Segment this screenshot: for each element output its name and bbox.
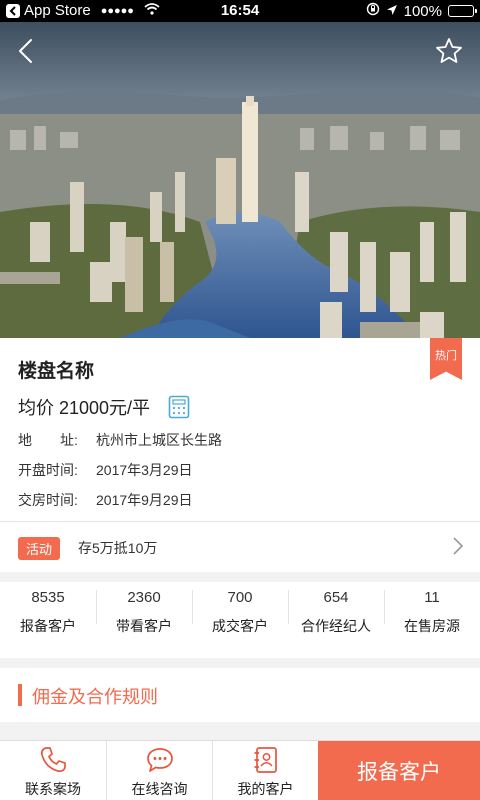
property-name: 楼盘名称 <box>18 361 95 382</box>
orientation-lock-icon <box>366 2 380 20</box>
open-date-label: 开盘时间: <box>18 462 78 478</box>
delivery-date-row: 交房时间: 2017年9月29日 <box>18 490 193 510</box>
my-clients-button[interactable]: 我的客户 <box>212 741 318 800</box>
back-icon[interactable] <box>12 36 42 66</box>
battery-icon <box>448 5 477 17</box>
online-consult-label: 在线咨询 <box>131 781 188 797</box>
city-rendering-image <box>0 22 480 338</box>
section-gap <box>0 722 480 740</box>
contact-site-button[interactable]: 联系案场 <box>0 741 106 800</box>
stat-value: 700 <box>227 589 253 606</box>
stat-value: 2360 <box>127 589 161 606</box>
calculator-icon[interactable] <box>168 395 190 419</box>
contact-site-label: 联系案场 <box>25 781 81 797</box>
property-info: 楼盘名称 热门 均价 21000元/平 地 址: 杭州市上城区长生路 开盘时间:… <box>0 338 480 522</box>
stat-item[interactable]: 654 合作经纪人 <box>288 582 384 658</box>
address-row: 地 址: 杭州市上城区长生路 <box>18 430 222 450</box>
delivery-date-value: 2017年9月29日 <box>96 492 193 508</box>
report-client-button[interactable]: 报备客户 <box>318 741 480 800</box>
hero-image <box>0 22 480 338</box>
open-date-row: 开盘时间: 2017年3月29日 <box>18 460 193 480</box>
hot-tag: 热门 <box>430 338 462 380</box>
stat-label: 报备客户 <box>20 618 76 634</box>
stat-item[interactable]: 8535 报备客户 <box>0 582 96 658</box>
stat-label: 合作经纪人 <box>301 618 371 634</box>
section-gap <box>0 572 480 582</box>
stat-value: 654 <box>323 589 349 606</box>
chat-bubble-icon <box>145 745 175 775</box>
accent-bar <box>18 684 22 706</box>
star-outline-icon[interactable] <box>434 36 464 66</box>
my-clients-label: 我的客户 <box>237 781 294 797</box>
promo-text: 存5万抵10万 <box>78 540 158 556</box>
stat-label: 带看客户 <box>116 618 172 634</box>
promo-row[interactable]: 活动 存5万抵10万 <box>0 522 480 572</box>
battery-percent: 100% <box>403 2 442 20</box>
stat-label: 在售房源 <box>404 618 460 634</box>
rules-section-header[interactable]: 佣金及合作规则 <box>0 668 480 722</box>
open-date-value: 2017年3月29日 <box>96 462 193 478</box>
address-label: 地 址: <box>18 432 78 448</box>
location-icon <box>386 3 398 20</box>
status-bar: App Store ●●●●● 16:54 100% <box>0 0 480 22</box>
price-row: 均价 21000元/平 <box>18 394 190 420</box>
online-consult-button[interactable]: 在线咨询 <box>106 741 212 800</box>
bottom-action-bar: 联系案场 在线咨询 我的客户 报备客户 <box>0 740 480 800</box>
section-gap <box>0 658 480 668</box>
address-value: 杭州市上城区长生路 <box>96 432 222 448</box>
chevron-right-icon <box>452 536 464 556</box>
delivery-date-label: 交房时间: <box>18 492 78 508</box>
stat-item[interactable]: 11 在售房源 <box>384 582 480 658</box>
promo-badge: 活动 <box>18 537 61 560</box>
rules-title: 佣金及合作规则 <box>32 687 158 707</box>
stat-label: 成交客户 <box>212 618 268 634</box>
stats-row: 8535 报备客户 2360 带看客户 700 成交客户 654 合作经纪人 1… <box>0 582 480 658</box>
stat-value: 8535 <box>31 589 65 606</box>
contacts-book-icon <box>251 745 281 775</box>
stat-value: 11 <box>424 589 440 606</box>
average-price: 均价 21000元/平 <box>18 398 151 418</box>
stat-item[interactable]: 700 成交客户 <box>192 582 288 658</box>
phone-icon <box>38 745 68 775</box>
status-right: 100% <box>366 2 477 20</box>
stat-item[interactable]: 2360 带看客户 <box>96 582 192 658</box>
